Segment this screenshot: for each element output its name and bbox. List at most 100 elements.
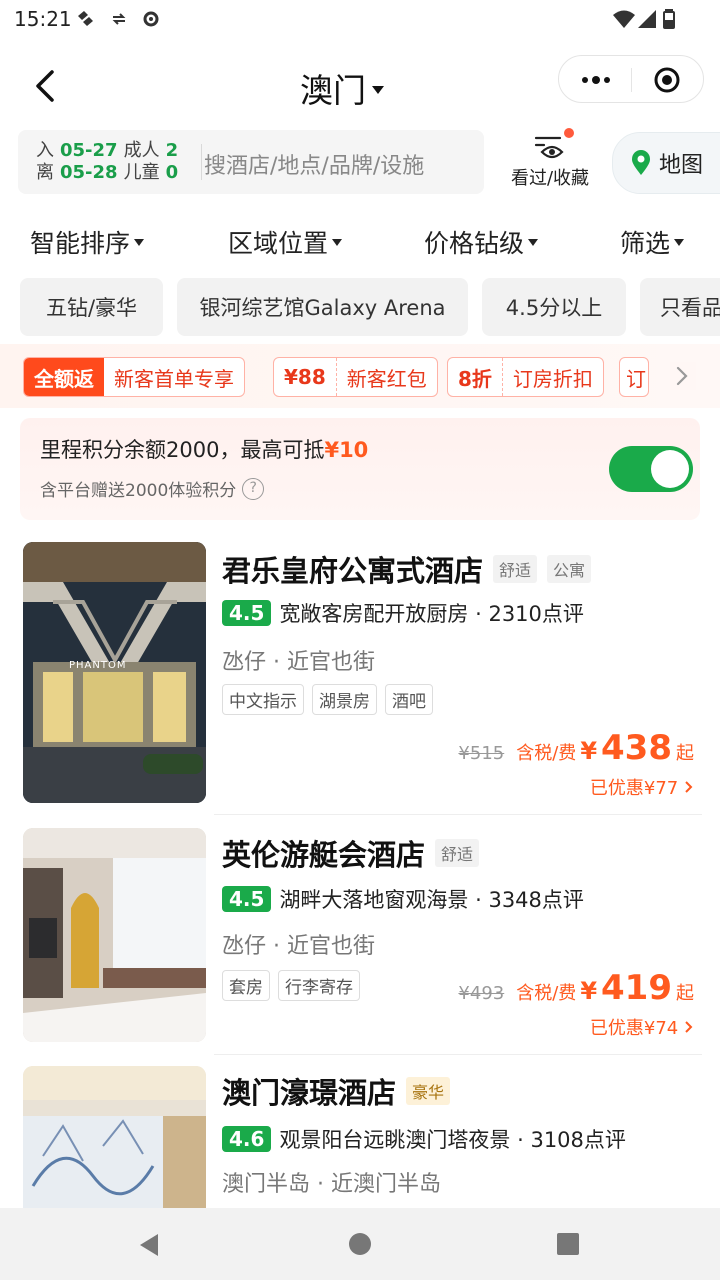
hotel-rating: 4.5 湖畔大落地窗观海景 · 3348点评 bbox=[222, 884, 584, 914]
hotel-tag: 中文指示 bbox=[222, 684, 304, 715]
currency-symbol: ¥ bbox=[580, 977, 598, 1005]
chevron-right-icon bbox=[685, 1021, 693, 1033]
promo-coupon[interactable]: 全额返 新客首单专享 bbox=[23, 357, 245, 397]
children-count: 0 bbox=[165, 162, 179, 183]
search-divider bbox=[201, 144, 202, 180]
checkin-label: 入 bbox=[36, 140, 54, 161]
points-balance: 里程积分余额2000，最高可抵¥10 bbox=[40, 434, 368, 464]
promo-coupon[interactable]: ¥88 新客红包 bbox=[273, 357, 438, 397]
promo-coupon-label: 新客首单专享 bbox=[114, 366, 234, 391]
sort-smart[interactable]: 智能排序 bbox=[30, 224, 145, 260]
sort-price[interactable]: 价格钻级 bbox=[424, 224, 539, 260]
gesture-icon bbox=[78, 11, 93, 26]
promo-coupon-tag: ¥88 bbox=[284, 365, 326, 389]
discount-info[interactable]: 已优惠¥77 bbox=[590, 774, 694, 800]
promo-coupon[interactable]: 订 bbox=[619, 357, 649, 397]
help-icon[interactable]: ? bbox=[242, 477, 265, 500]
settings-icon bbox=[143, 11, 159, 27]
back-arrow-icon[interactable] bbox=[22, 62, 70, 110]
hotel-highlight: 宽敞客房配开放厨房 · 2310点评 bbox=[279, 602, 584, 626]
map-button[interactable]: 地图 bbox=[612, 132, 720, 194]
hotel-card[interactable]: 澳门濠璟酒店 豪华 4.6 观景阳台远眺澳门塔夜景 · 3108点评 澳门半岛 … bbox=[0, 1066, 720, 1208]
promo-coupon[interactable]: 8折 订房折扣 bbox=[447, 357, 604, 397]
viewed-label: 看过/收藏 bbox=[510, 168, 590, 189]
tax-label: 含税/费 bbox=[516, 983, 577, 1004]
hotel-image: PHANTOM bbox=[23, 542, 206, 803]
back-triangle-icon[interactable] bbox=[136, 1232, 162, 1258]
city-selector[interactable]: 澳门 bbox=[300, 66, 384, 110]
filter-chip[interactable]: 只看品 bbox=[640, 278, 720, 336]
price-value: 419 bbox=[601, 968, 672, 1008]
eye-list-icon bbox=[534, 136, 564, 159]
hotel-tags: 中文指示 湖景房 酒吧 bbox=[222, 684, 433, 715]
chevron-down-icon bbox=[528, 238, 539, 246]
promo-strip: 全额返 新客首单专享 ¥88 新客红包 8折 订房折扣 订 bbox=[0, 344, 720, 408]
hotel-photo bbox=[23, 828, 206, 1042]
toggle-knob bbox=[651, 450, 689, 488]
sort-filter-label: 筛选 bbox=[620, 229, 671, 258]
home-circle-icon[interactable] bbox=[348, 1232, 372, 1256]
promo-coupon-tag: 8折 bbox=[458, 366, 492, 391]
more-dots-icon[interactable] bbox=[579, 70, 613, 90]
hotel-highlight: 湖畔大落地窗观海景 · 3348点评 bbox=[279, 888, 584, 912]
rating-score: 4.6 bbox=[222, 1126, 272, 1152]
sort-filter[interactable]: 筛选 bbox=[620, 224, 685, 260]
filter-chip[interactable]: 4.5分以上 bbox=[482, 278, 626, 336]
points-value: ¥10 bbox=[324, 438, 369, 462]
hotel-price: ¥515 含税/费 ¥ 438 起 bbox=[458, 728, 694, 768]
map-pin-icon bbox=[632, 150, 650, 175]
record-icon[interactable] bbox=[653, 66, 681, 94]
sort-price-label: 价格钻级 bbox=[424, 229, 525, 258]
chevron-right-icon[interactable] bbox=[670, 362, 696, 390]
hotel-badge: 舒适 bbox=[493, 555, 538, 583]
hotel-name: 澳门濠璟酒店 豪华 bbox=[222, 1070, 451, 1112]
discount-info[interactable]: 已优惠¥74 bbox=[590, 1014, 694, 1040]
currency-symbol: ¥ bbox=[580, 737, 598, 765]
original-price: ¥515 bbox=[458, 743, 505, 764]
hotel-card[interactable]: 英伦游艇会酒店 舒适 4.5 湖畔大落地窗观海景 · 3348点评 氹仔 · 近… bbox=[0, 828, 720, 1055]
chevron-down-icon bbox=[372, 86, 384, 94]
hotel-rating: 4.5 宽敞客房配开放厨房 · 2310点评 bbox=[222, 598, 584, 628]
search-input[interactable]: 搜酒店/地点/品牌/设施 bbox=[204, 148, 424, 180]
hotel-card[interactable]: PHANTOM 君乐皇府公寓式酒店 舒适 公寓 4.5 宽敞客房配开放厨房 · … bbox=[0, 542, 720, 815]
system-nav-bar bbox=[0, 1208, 720, 1280]
map-label: 地图 bbox=[659, 153, 704, 178]
filter-chip[interactable]: 银河综艺馆Galaxy Arena bbox=[177, 278, 468, 336]
status-bar: 15:21 bbox=[0, 0, 720, 40]
points-toggle[interactable] bbox=[609, 446, 693, 492]
points-sub: 含平台赠送2000体验积分 bbox=[40, 481, 237, 501]
search-box[interactable]: 入 05-27 成人 2 离 05-28 儿童 0 搜酒店/地点/品牌/设施 bbox=[18, 130, 484, 194]
wifi-icon bbox=[613, 10, 635, 28]
signal-icon bbox=[638, 10, 656, 28]
hotel-name-text: 君乐皇府公寓式酒店 bbox=[222, 554, 484, 588]
hotel-name: 英伦游艇会酒店 舒适 bbox=[222, 832, 480, 874]
viewed-favorites-button[interactable]: 看过/收藏 bbox=[500, 128, 600, 196]
hotel-location: 氹仔 · 近官也街 bbox=[222, 934, 375, 959]
promo-coupon-label: 订房折扣 bbox=[512, 366, 593, 391]
list-divider bbox=[214, 814, 702, 815]
filter-chip[interactable]: 五钻/豪华 bbox=[20, 278, 163, 336]
points-text: 里程积分余额2000，最高可抵 bbox=[40, 438, 325, 462]
chevron-right-icon bbox=[685, 781, 693, 793]
sort-area[interactable]: 区域位置 bbox=[228, 224, 343, 260]
promo-coupon-label: 新客红包 bbox=[346, 366, 427, 391]
city-title: 澳门 bbox=[300, 71, 366, 110]
date-guest-selector[interactable]: 入 05-27 成人 2 离 05-28 儿童 0 bbox=[36, 140, 178, 184]
hotel-tag: 湖景房 bbox=[312, 684, 377, 715]
checkout-date: 05-28 bbox=[60, 162, 118, 183]
checkout-label: 离 bbox=[36, 162, 54, 183]
hotel-name: 君乐皇府公寓式酒店 舒适 公寓 bbox=[222, 548, 592, 590]
rating-score: 4.5 bbox=[222, 886, 272, 912]
tax-label: 含税/费 bbox=[516, 743, 577, 764]
points-subtext: 含平台赠送2000体验积分 ? bbox=[40, 476, 265, 501]
recents-square-icon[interactable] bbox=[556, 1232, 580, 1256]
sort-area-label: 区域位置 bbox=[228, 229, 329, 258]
price-suffix: 起 bbox=[676, 743, 694, 764]
hotel-price: ¥493 含税/费 ¥ 419 起 bbox=[458, 968, 694, 1008]
promo-coupon-label: 订 bbox=[626, 366, 646, 391]
hotel-name-text: 英伦游艇会酒店 bbox=[222, 838, 426, 872]
hotel-highlight: 观景阳台远眺澳门塔夜景 · 3108点评 bbox=[279, 1128, 626, 1152]
mini-program-capsule bbox=[558, 55, 704, 103]
hotel-photo bbox=[23, 542, 206, 803]
hotel-photo bbox=[23, 1066, 206, 1208]
